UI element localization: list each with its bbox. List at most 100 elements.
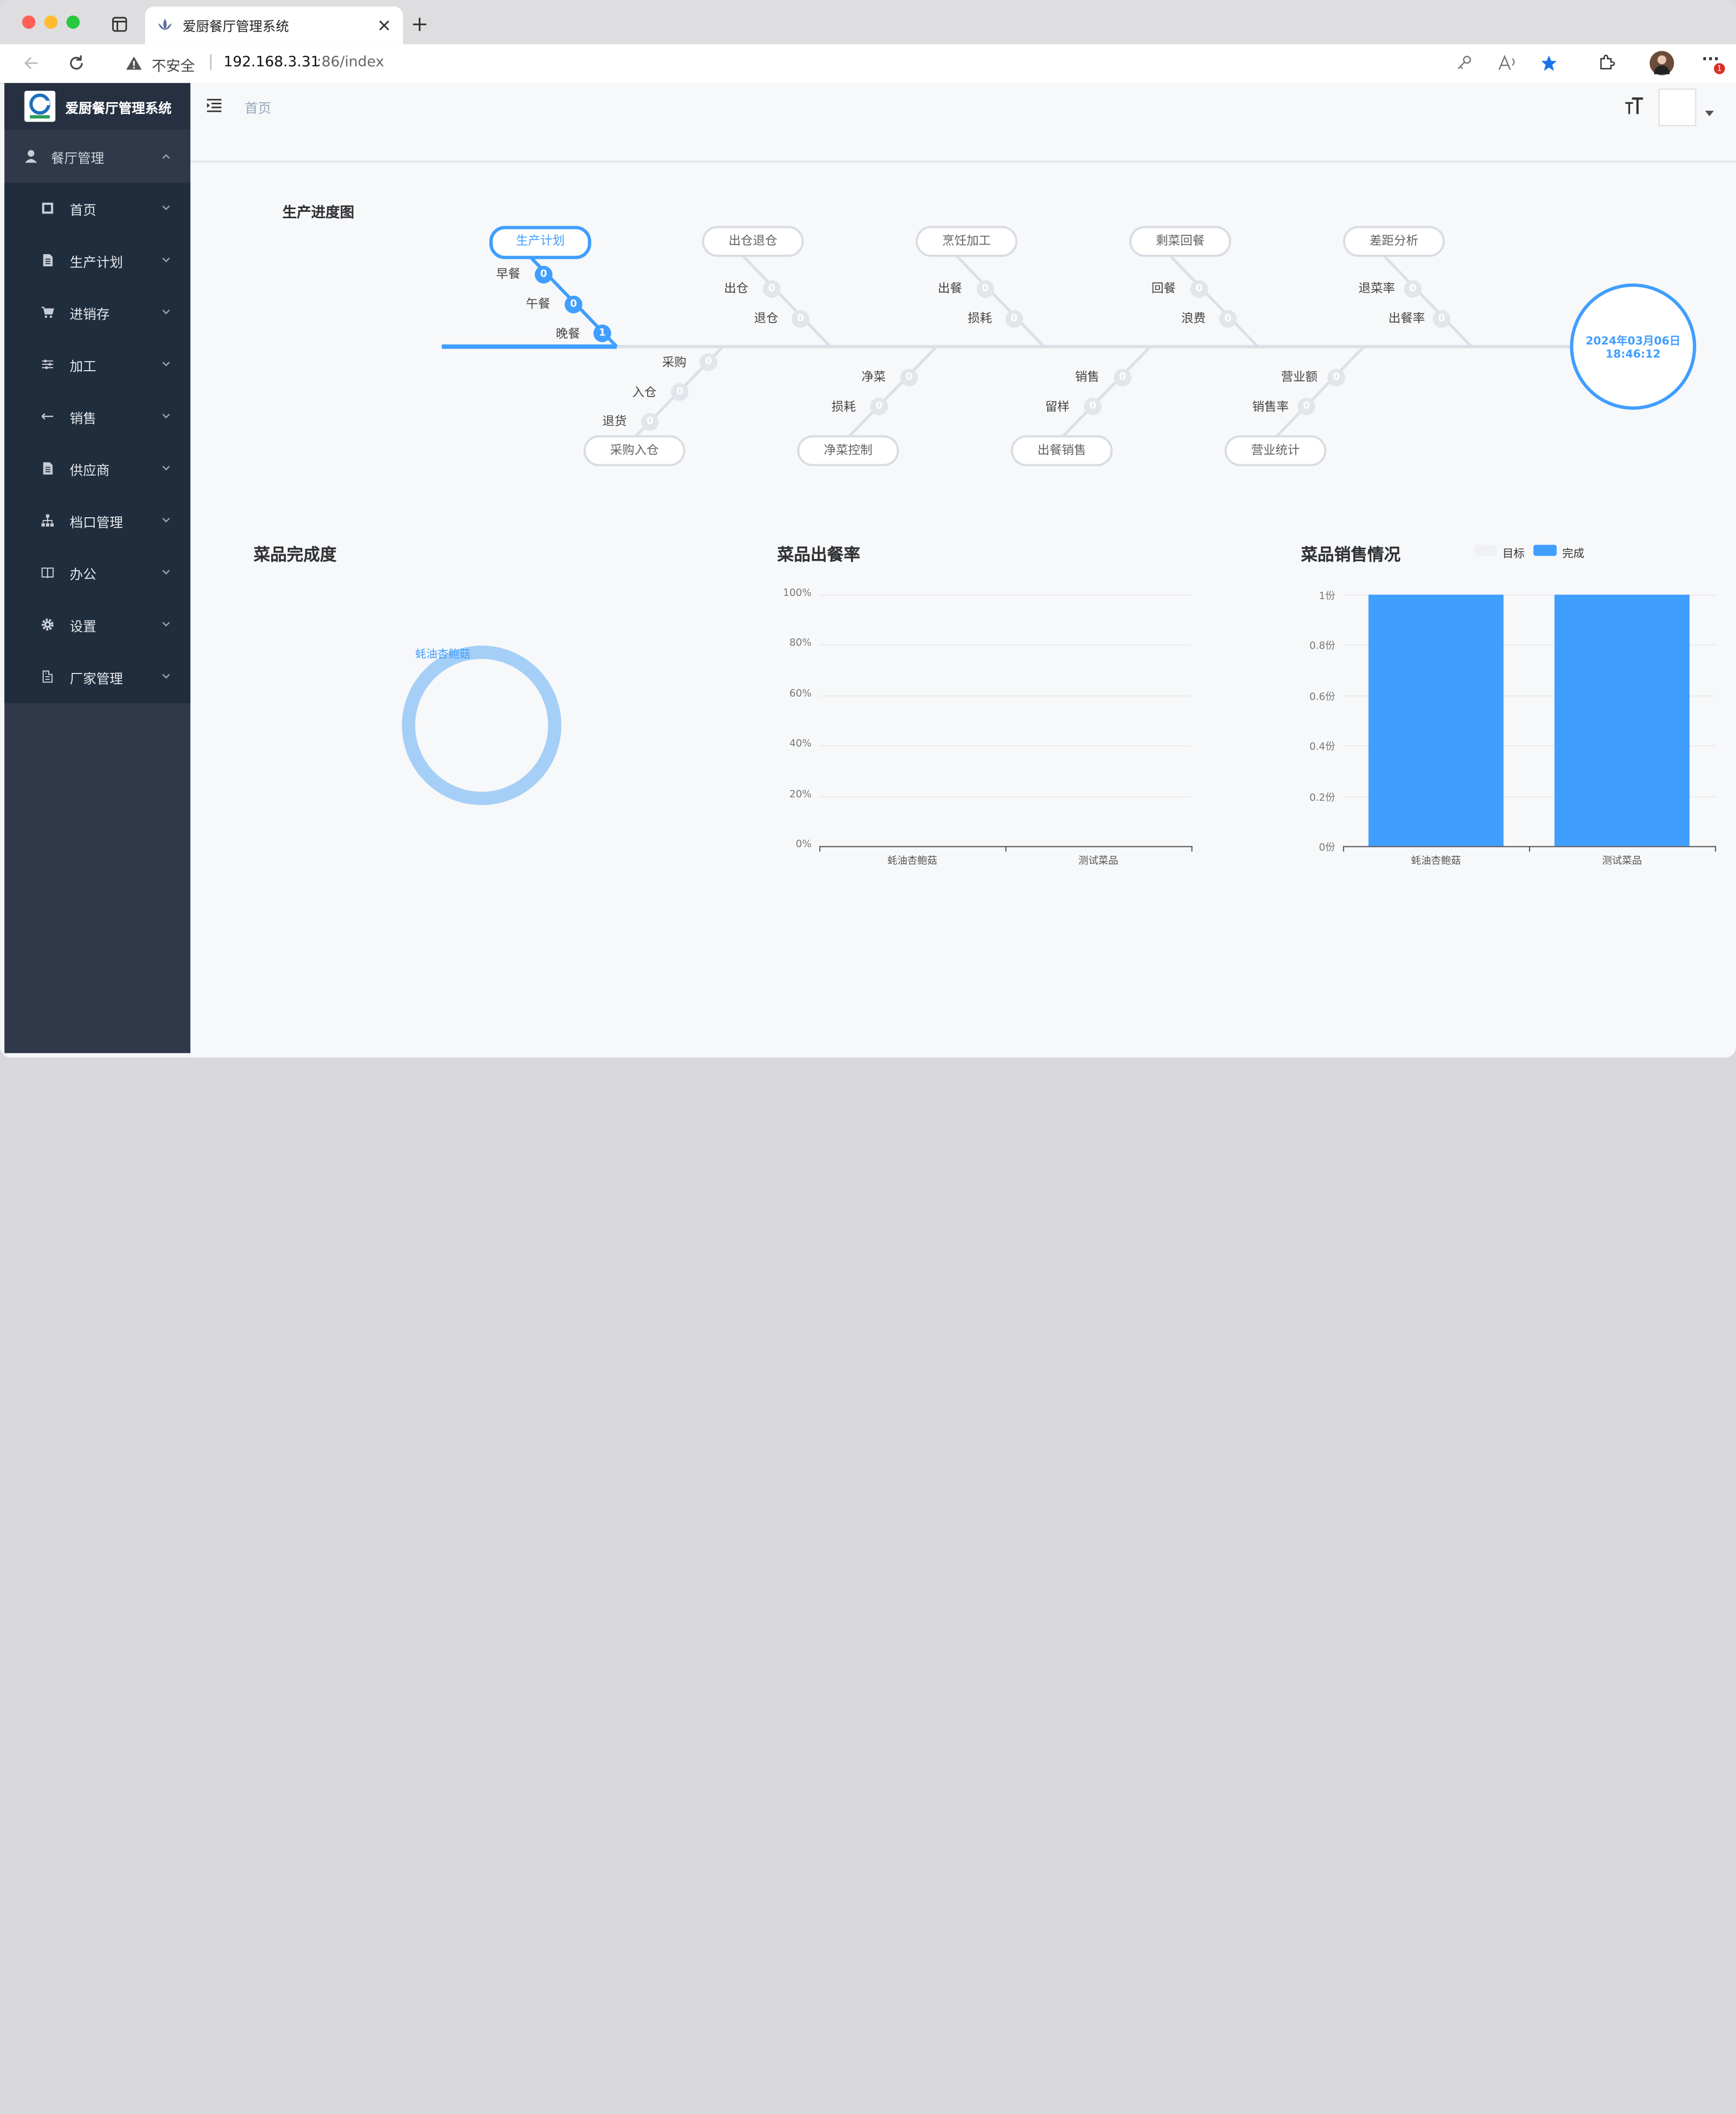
read-aloud-icon[interactable] (1498, 54, 1518, 72)
branch-label: 出餐 (938, 281, 963, 296)
tag-meal-sales[interactable]: 出餐销售 (1011, 435, 1113, 466)
branch-label: 退货 (602, 414, 627, 429)
security-label[interactable]: 不安全 (152, 54, 195, 75)
sidebar-item-label: 办公 (70, 566, 97, 583)
tag-cooking[interactable]: 烹饪加工 (916, 226, 1018, 257)
document-icon (43, 462, 53, 475)
lotus-favicon-icon (158, 19, 172, 30)
sales-bar-1[interactable] (1368, 594, 1504, 846)
branch-label: 晚餐 (556, 326, 580, 341)
zoom-window-button[interactable] (66, 15, 80, 29)
sidebar-item-inventory[interactable]: 进销存 (4, 287, 190, 339)
x-axis-tick (819, 846, 821, 852)
branch-value: 0 (1432, 310, 1450, 328)
branch-value: 0 (1113, 369, 1132, 387)
branch-label: 出餐率 (1388, 311, 1425, 326)
branch-label: 回餐 (1151, 281, 1176, 296)
sidebar-item-label: 生产计划 (70, 255, 123, 271)
tag-business-stats[interactable]: 营业统计 (1224, 435, 1327, 466)
head-date: 2024年03月06日 (1585, 335, 1681, 348)
legend-swatch-done[interactable] (1533, 545, 1557, 556)
branch-value: 0 (870, 397, 888, 416)
branch-value: 0 (1297, 397, 1316, 416)
warning-icon[interactable] (125, 56, 143, 71)
url-host[interactable]: 192.168.3.31 (224, 54, 320, 71)
book-icon (41, 567, 54, 578)
tag-leftover-return[interactable]: 剩菜回餐 (1129, 226, 1232, 257)
head-time: 18:46:12 (1606, 349, 1661, 361)
legend-swatch-target[interactable] (1474, 545, 1497, 556)
sidebar-item-production-plan[interactable]: 生产计划 (4, 235, 190, 287)
branch-label: 损耗 (967, 311, 992, 326)
sidebar-item-sales[interactable]: 销售 (4, 391, 190, 443)
tag-production-plan[interactable]: 生产计划 (489, 226, 592, 259)
sidebar-item-label: 设置 (70, 619, 97, 635)
menu-group-restaurant[interactable]: 餐厅管理 (4, 129, 190, 182)
branch-label: 午餐 (526, 296, 550, 311)
pie-slice[interactable] (402, 645, 562, 806)
sales-bar-2[interactable] (1554, 594, 1690, 846)
submenu: 首页 生产计划 进销存 加工 销售 供应商 档口管理 办公 设置 厂家管理 (4, 182, 191, 703)
x-axis-tick (1005, 846, 1007, 852)
org-chart-icon (41, 514, 54, 527)
favorite-star-icon[interactable] (1540, 54, 1558, 72)
browser-tab[interactable]: 爱厨餐厅管理系统 (145, 6, 403, 44)
tag-purchase-in[interactable]: 采购入仓 (583, 435, 686, 466)
y-tick-label: 80% (789, 638, 812, 649)
y-tick-label: 0份 (1319, 842, 1335, 854)
pie-slice-label: 蚝油杏鲍菇 (415, 649, 471, 661)
extensions-icon[interactable] (1597, 54, 1615, 72)
chevron-down-icon (162, 257, 170, 263)
branch-value: 0 (641, 413, 659, 431)
brand-logo (24, 90, 56, 122)
chevron-down-icon (162, 673, 170, 679)
sidebar-item-office[interactable]: 办公 (4, 547, 190, 599)
branch-value: 0 (1219, 310, 1237, 328)
sidebar-item-settings[interactable]: 设置 (4, 599, 190, 651)
y-tick-label: 1份 (1319, 591, 1335, 603)
branch-label: 退仓 (754, 311, 779, 326)
x-tick-label: 蚝油杏鲍菇 (1411, 856, 1461, 867)
branch-value: 0 (1404, 280, 1422, 298)
chevron-up-icon (162, 154, 170, 159)
back-icon[interactable] (22, 56, 40, 71)
url-separator: | (208, 53, 213, 71)
sidebar-item-manufacturer[interactable]: 厂家管理 (4, 651, 190, 703)
tab-overview-icon[interactable] (112, 17, 127, 32)
tag-clean-veg-control[interactable]: 净菜控制 (797, 435, 900, 466)
key-icon[interactable] (1456, 56, 1471, 71)
branch-label: 退菜率 (1358, 281, 1395, 296)
url-path[interactable]: :86/index (317, 54, 384, 71)
sidebar-item-label: 厂家管理 (70, 671, 123, 687)
sidebar-item-processing[interactable]: 加工 (4, 339, 190, 390)
branch-label: 入仓 (632, 385, 657, 400)
sidebar-item-label: 档口管理 (70, 515, 123, 531)
branch-label: 营业额 (1281, 370, 1318, 385)
branch-label: 留样 (1045, 400, 1070, 415)
new-tab-icon[interactable] (412, 17, 427, 32)
legend-label-done[interactable]: 完成 (1562, 543, 1584, 561)
branch-value: 0 (671, 383, 689, 401)
chevron-down-icon (162, 413, 170, 419)
sidebar-item-stall-management[interactable]: 档口管理 (4, 495, 190, 547)
sidebar-item-supplier[interactable]: 供应商 (4, 443, 190, 495)
branch-value: 0 (1084, 397, 1102, 416)
reload-icon[interactable] (67, 54, 85, 72)
profile-avatar[interactable] (1649, 51, 1674, 75)
branch-value: 0 (534, 265, 553, 284)
x-axis-tick (1528, 846, 1531, 852)
minimize-window-button[interactable] (44, 15, 58, 29)
tag-gap-analysis[interactable]: 差距分析 (1343, 226, 1445, 257)
close-window-button[interactable] (22, 15, 36, 29)
close-tab-icon[interactable] (378, 19, 391, 32)
tag-stock-out-return[interactable]: 出仓退仓 (702, 226, 804, 257)
sidebar-item-home[interactable]: 首页 (4, 183, 190, 235)
chevron-down-icon (162, 517, 170, 523)
sidebar-item-label: 进销存 (70, 307, 110, 323)
sidebar-item-label: 销售 (70, 411, 97, 427)
y-tick-label: 100% (783, 588, 812, 599)
sidebar-item-label: 首页 (70, 202, 97, 218)
sidebar-item-label: 加工 (70, 358, 97, 374)
chart-title-serve-rate: 菜品出餐率 (777, 545, 861, 565)
legend-label-target[interactable]: 目标 (1502, 543, 1524, 561)
